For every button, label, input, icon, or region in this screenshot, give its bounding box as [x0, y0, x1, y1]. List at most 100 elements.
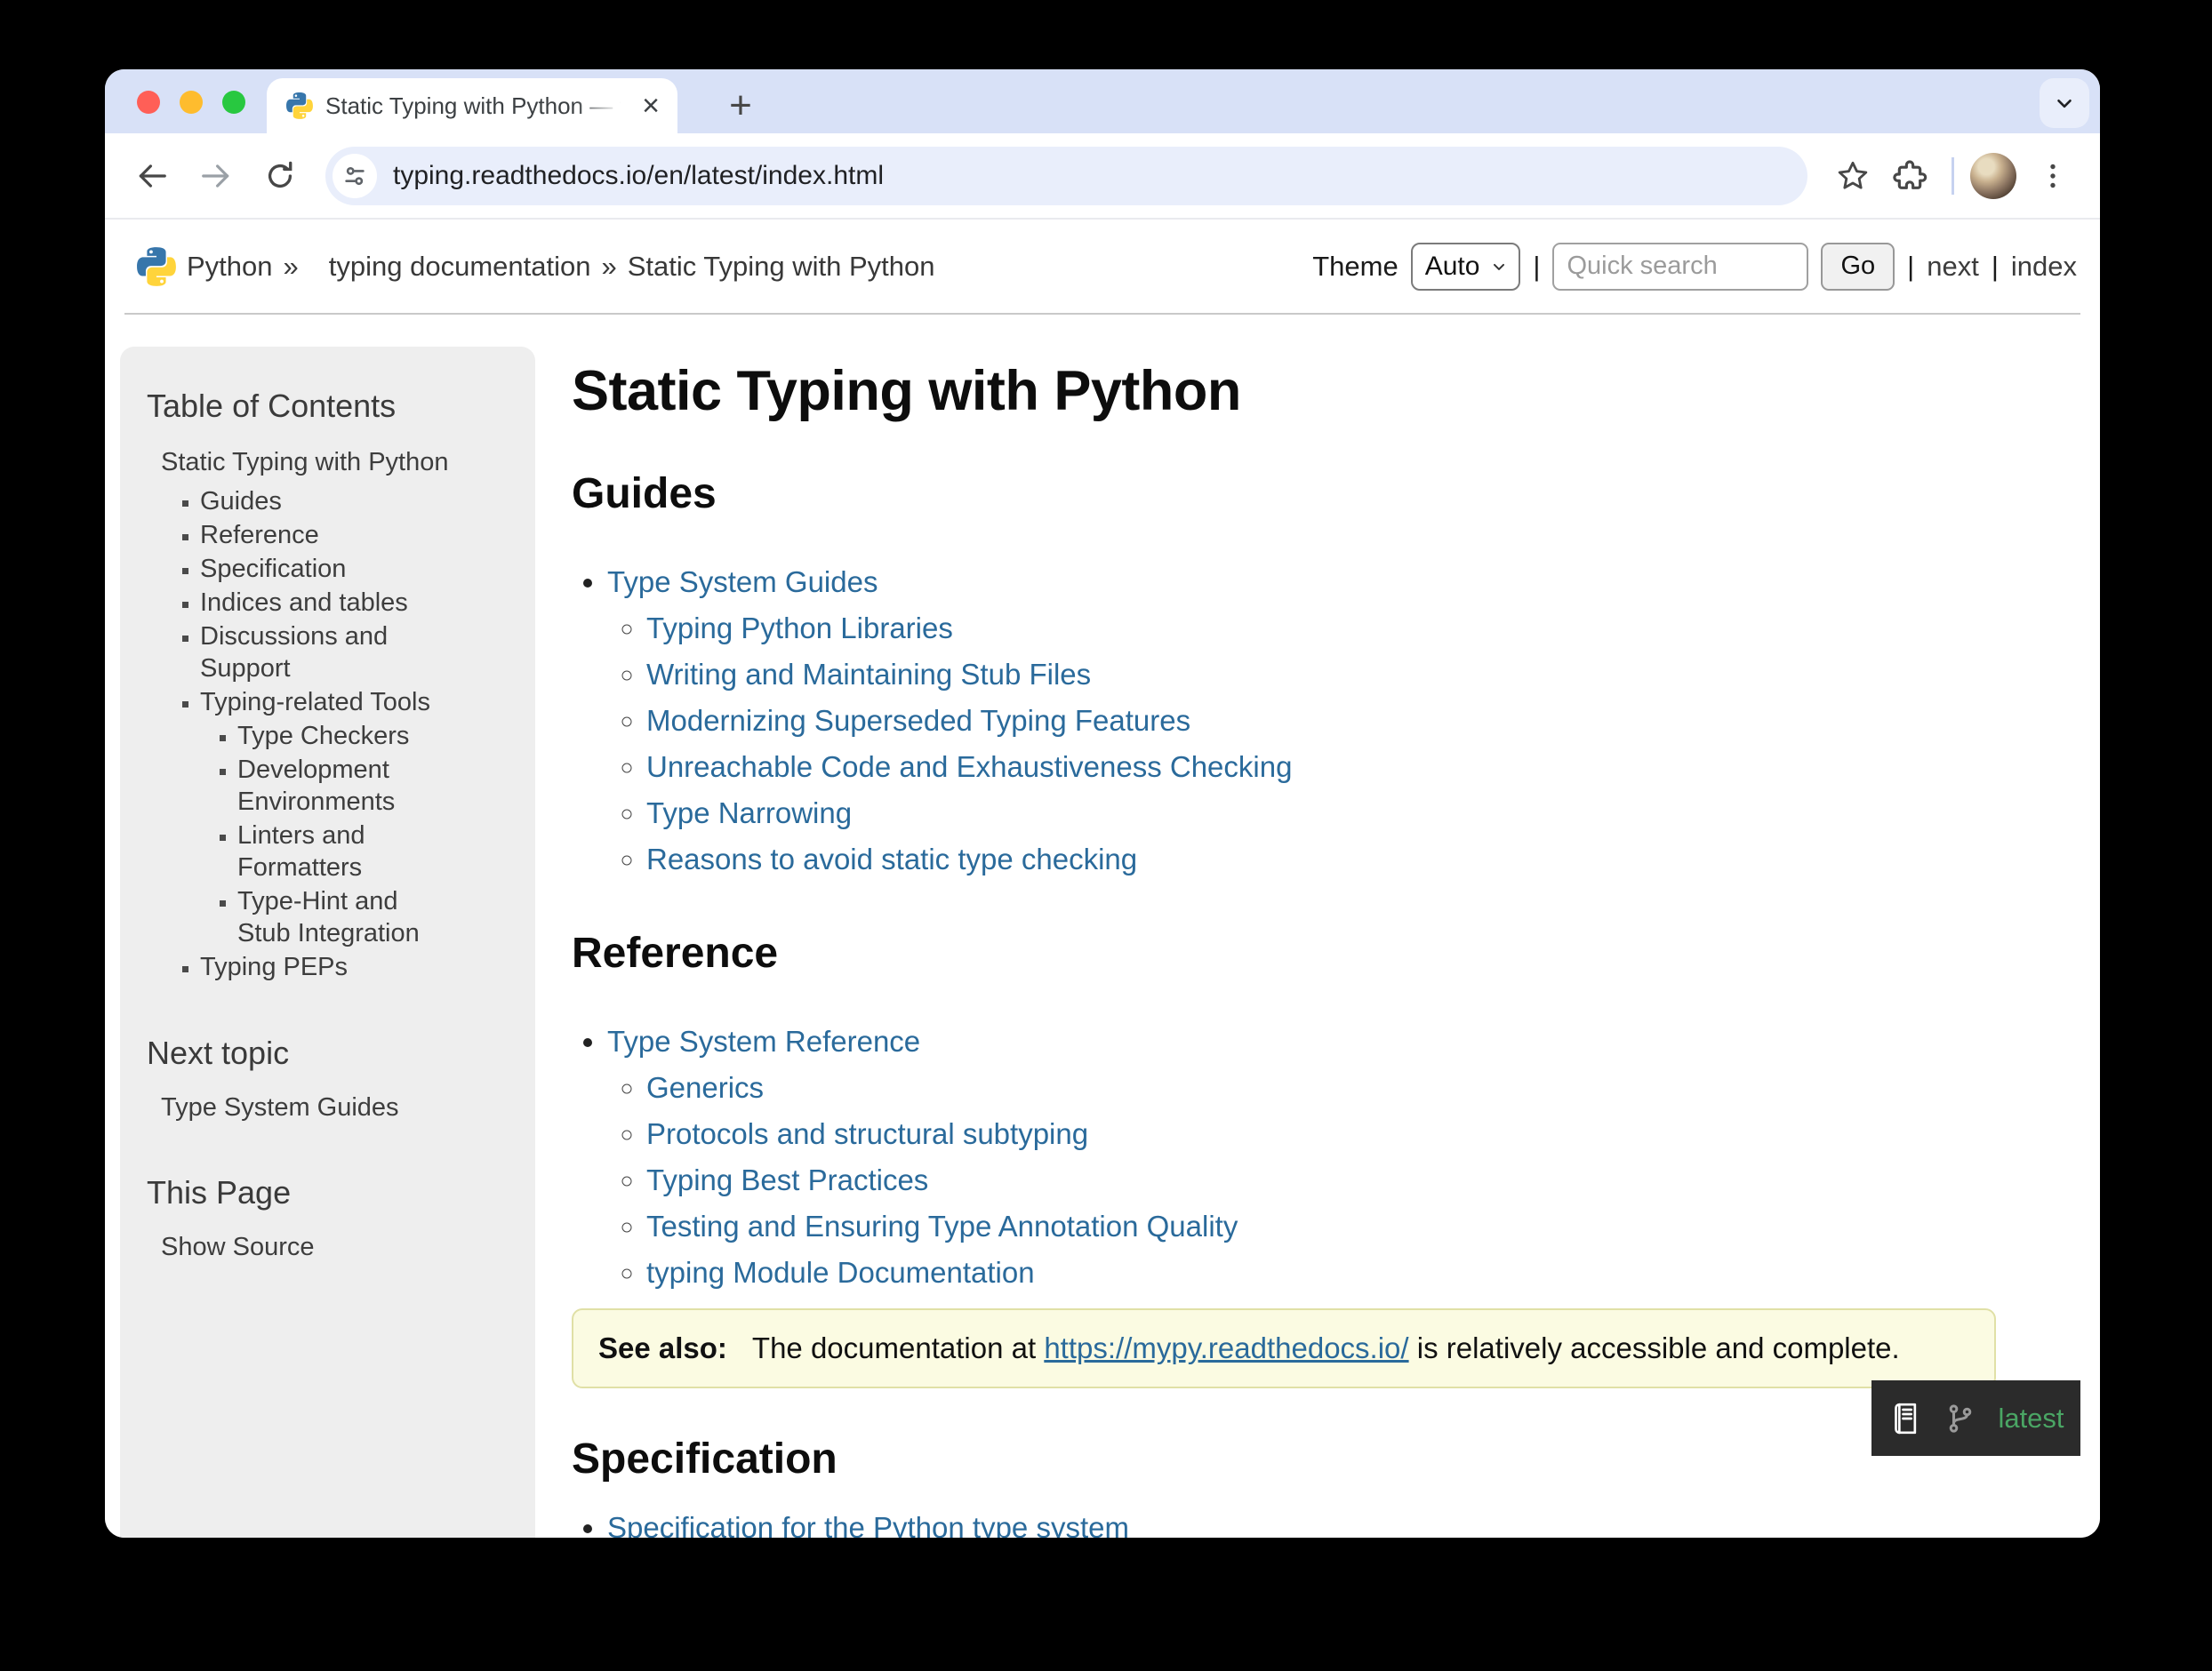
chevron-down-icon	[1490, 258, 1508, 276]
toc-link-tools[interactable]: Typing-related Tools	[200, 688, 430, 716]
link-reasons-to-avoid[interactable]: Reasons to avoid static type checking	[646, 843, 1137, 875]
link-type-system-reference[interactable]: Type System Reference	[607, 1025, 920, 1058]
toc-link-specification[interactable]: Specification	[200, 555, 346, 583]
link-protocols[interactable]: Protocols and structural subtyping	[646, 1117, 1088, 1150]
address-bar[interactable]: typing.readthedocs.io/en/latest/index.ht…	[325, 147, 1807, 205]
rtd-version-flyout[interactable]: latest	[1871, 1380, 2080, 1456]
next-page-link[interactable]: next	[1927, 251, 1979, 283]
list-item: Testing and Ensuring Type Annotation Qua…	[646, 1203, 1996, 1250]
python-logo-icon	[137, 247, 176, 286]
reload-button[interactable]	[254, 150, 306, 202]
toc-item-dev-environments: Development Environments	[237, 754, 442, 818]
site-info-button[interactable]	[333, 154, 377, 198]
browser-menu-button[interactable]	[2027, 150, 2079, 202]
link-type-narrowing[interactable]: Type Narrowing	[646, 796, 852, 829]
show-source-link[interactable]: Show Source	[161, 1233, 315, 1261]
header-divider: |	[1992, 251, 1999, 283]
next-topic-title: Next topic	[147, 1035, 510, 1072]
list-item: Specification for the Python type system	[607, 1505, 1996, 1538]
sidebar: Table of Contents Static Typing with Pyt…	[120, 347, 535, 1538]
toc-root-item: Static Typing with Python Guides Referen…	[161, 446, 510, 983]
toc-link-type-checkers[interactable]: Type Checkers	[237, 722, 409, 750]
list-item: Type System Reference Generics Protocols…	[607, 1019, 1996, 1296]
toolbar-divider	[1952, 157, 1954, 195]
seealso-admonition: See also: The documentation at https://my…	[572, 1308, 1996, 1388]
browser-window: Static Typing with Python — typ × +	[105, 69, 2100, 1538]
forward-button[interactable]	[190, 150, 242, 202]
link-unreachable-code[interactable]: Unreachable Code and Exhaustiveness Chec…	[646, 750, 1292, 783]
next-topic-link[interactable]: Type System Guides	[161, 1093, 399, 1122]
index-link[interactable]: index	[2011, 251, 2077, 283]
window-minimize-button[interactable]	[180, 91, 203, 114]
seealso-label: See also:	[598, 1331, 727, 1364]
toc-link-guides[interactable]: Guides	[200, 487, 282, 516]
link-type-system-guides[interactable]: Type System Guides	[607, 565, 878, 598]
breadcrumb-project-link[interactable]: typing documentation	[329, 251, 591, 283]
tab-close-icon[interactable]: ×	[637, 92, 665, 119]
toc-link-typing-peps[interactable]: Typing PEPs	[200, 953, 348, 981]
toc-item-linters: Linters and Formatters	[237, 820, 442, 883]
link-typing-module-docs[interactable]: typing Module Documentation	[646, 1256, 1035, 1289]
window-zoom-button[interactable]	[222, 91, 245, 114]
link-modernizing-features[interactable]: Modernizing Superseded Typing Features	[646, 704, 1190, 737]
search-go-button[interactable]: Go	[1821, 243, 1895, 291]
toc-link-discussions[interactable]: Discussions and Support	[200, 622, 388, 683]
extensions-button[interactable]	[1884, 150, 1936, 202]
search-input[interactable]	[1552, 243, 1808, 291]
toc-item-indices: Indices and tables	[200, 587, 442, 619]
toc-item-discussions: Discussions and Support	[200, 620, 442, 684]
list-item: Unreachable Code and Exhaustiveness Chec…	[646, 744, 1996, 790]
link-spec-python-type-system[interactable]: Specification for the Python type system	[607, 1511, 1129, 1538]
breadcrumb-current-page: Static Typing with Python	[628, 251, 935, 283]
breadcrumb: Python » typing documentation » Static T…	[137, 247, 935, 286]
toc-link-stub-integration[interactable]: Type-Hint and Stub Integration	[237, 887, 420, 947]
profile-avatar[interactable]	[1970, 153, 2016, 199]
toc-link-reference[interactable]: Reference	[200, 521, 319, 549]
page-title: Static Typing with Python	[572, 359, 1996, 423]
breadcrumb-separator: »	[284, 251, 299, 283]
toc-item-specification: Specification	[200, 553, 442, 585]
link-best-practices[interactable]: Typing Best Practices	[646, 1163, 928, 1196]
link-generics[interactable]: Generics	[646, 1071, 764, 1104]
new-tab-button[interactable]: +	[717, 82, 765, 130]
section-heading-specification: Specification	[572, 1435, 1996, 1483]
link-testing-quality[interactable]: Testing and Ensuring Type Annotation Qua…	[646, 1210, 1238, 1243]
seealso-text: The documentation at	[752, 1331, 1036, 1364]
list-item: Type Narrowing	[646, 790, 1996, 836]
section-heading-reference: Reference	[572, 929, 1996, 978]
browser-tab[interactable]: Static Typing with Python — typ ×	[267, 78, 677, 133]
forward-arrow-icon	[199, 159, 233, 193]
url-text: typing.readthedocs.io/en/latest/index.ht…	[393, 161, 884, 191]
toc-title: Table of Contents	[147, 388, 510, 425]
list-item: Protocols and structural subtyping	[646, 1111, 1996, 1157]
tab-strip: Static Typing with Python — typ × +	[105, 69, 2100, 133]
browser-toolbar: typing.readthedocs.io/en/latest/index.ht…	[105, 133, 2100, 220]
next-topic-link-wrap: Type System Guides	[161, 1093, 510, 1123]
window-close-button[interactable]	[137, 91, 160, 114]
toc-link-indices[interactable]: Indices and tables	[200, 588, 408, 617]
section-heading-guides: Guides	[572, 469, 1996, 518]
back-arrow-icon	[135, 159, 169, 193]
list-item: Writing and Maintaining Stub Files	[646, 652, 1996, 698]
toc-link-static-typing[interactable]: Static Typing with Python	[161, 448, 448, 476]
mypy-docs-link[interactable]: https://mypy.readthedocs.io/	[1044, 1331, 1408, 1364]
chevron-down-icon	[2053, 92, 2076, 115]
back-button[interactable]	[126, 150, 178, 202]
breadcrumb-home-link[interactable]: Python	[187, 251, 273, 283]
list-item: Generics	[646, 1065, 1996, 1111]
docs-header: Python » typing documentation » Static T…	[124, 220, 2080, 315]
tune-icon	[341, 163, 368, 189]
toc-link-dev-environments[interactable]: Development Environments	[237, 756, 395, 816]
toc-item-type-checkers: Type Checkers	[237, 720, 442, 752]
link-typing-python-libraries[interactable]: Typing Python Libraries	[646, 612, 953, 644]
this-page-title: This Page	[147, 1174, 510, 1211]
python-favicon-icon	[286, 92, 313, 119]
link-writing-stub-files[interactable]: Writing and Maintaining Stub Files	[646, 658, 1091, 691]
toc-item-guides: Guides	[200, 485, 442, 517]
tab-search-button[interactable]	[2040, 78, 2089, 128]
theme-select[interactable]: Auto	[1411, 243, 1521, 291]
toc-link-linters[interactable]: Linters and Formatters	[237, 821, 365, 882]
bookmark-button[interactable]	[1827, 150, 1879, 202]
list-item: Reasons to avoid static type checking	[646, 836, 1996, 883]
toc-item-reference: Reference	[200, 519, 442, 551]
